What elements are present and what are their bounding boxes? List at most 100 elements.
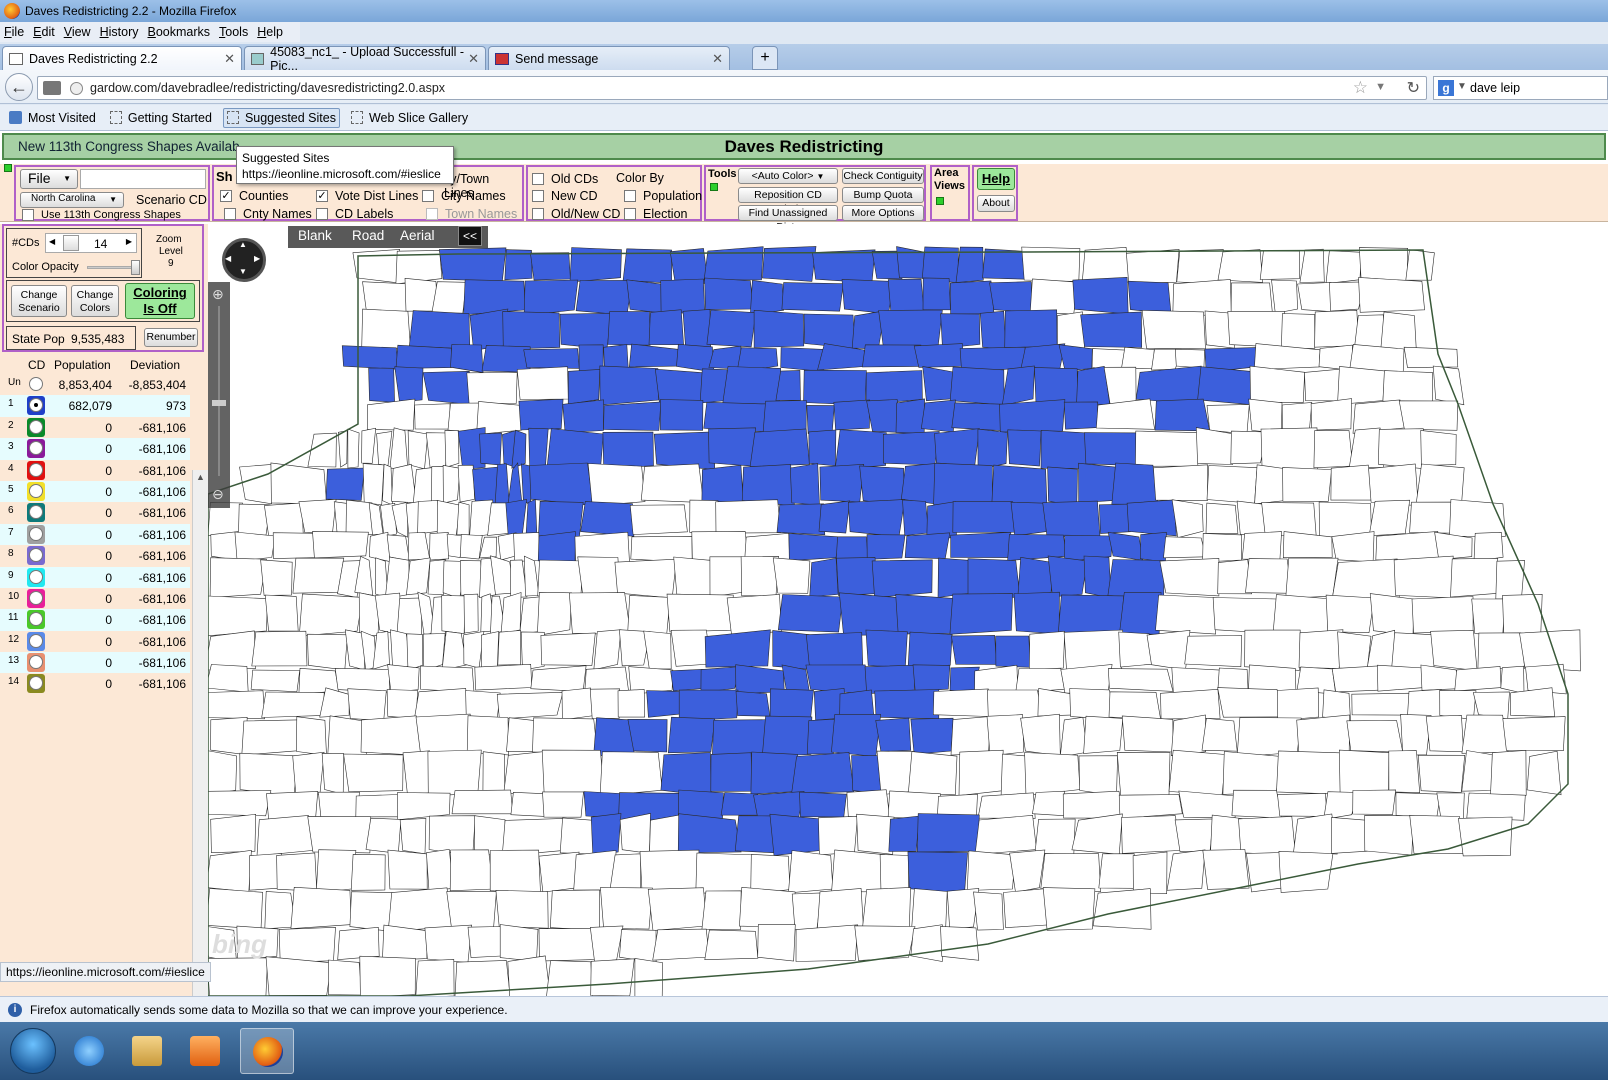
cd-select-radio[interactable] [29, 483, 43, 498]
precinct[interactable] [831, 849, 885, 893]
precinct[interactable] [450, 344, 484, 373]
precinct[interactable] [1236, 717, 1302, 758]
precinct[interactable] [538, 500, 584, 538]
precinct[interactable] [907, 751, 958, 796]
precinct[interactable] [1241, 531, 1282, 560]
reload-icon[interactable]: ↻ [1407, 78, 1420, 98]
precinct[interactable] [838, 592, 902, 636]
precinct[interactable] [507, 462, 523, 507]
precinct[interactable] [298, 593, 364, 637]
precinct[interactable] [1285, 557, 1339, 599]
cnty-names-checkbox[interactable]: Cnty Names [224, 207, 312, 221]
precinct[interactable] [875, 717, 912, 752]
precinct[interactable] [1080, 311, 1143, 348]
precinct[interactable] [660, 278, 706, 314]
precinct[interactable] [982, 248, 1029, 280]
precinct[interactable] [749, 428, 810, 468]
precinct[interactable] [834, 429, 887, 469]
precinct[interactable] [991, 464, 1048, 507]
precinct[interactable] [776, 503, 826, 536]
precinct[interactable] [878, 309, 943, 350]
precinct[interactable] [1249, 365, 1306, 404]
precinct[interactable] [932, 688, 990, 717]
precinct[interactable] [777, 594, 844, 633]
precinct[interactable] [913, 343, 965, 368]
precinct[interactable] [394, 366, 424, 403]
cd-select-radio[interactable] [29, 377, 43, 391]
precinct[interactable] [407, 430, 429, 470]
precinct[interactable] [343, 753, 404, 793]
precinct[interactable] [1398, 400, 1459, 431]
precinct[interactable] [1083, 715, 1124, 754]
precinct[interactable] [1358, 247, 1409, 282]
precinct[interactable] [573, 850, 617, 891]
precinct[interactable] [1272, 594, 1329, 636]
precinct[interactable] [1028, 630, 1066, 670]
change-colors-button[interactable]: Change Colors [71, 285, 119, 317]
precinct[interactable] [750, 854, 791, 895]
precinct[interactable] [497, 532, 517, 561]
precinct[interactable] [270, 462, 328, 505]
precinct[interactable] [1206, 404, 1250, 435]
precinct[interactable] [396, 597, 423, 636]
precinct[interactable] [290, 886, 352, 930]
precinct[interactable] [264, 502, 304, 537]
precinct[interactable] [272, 532, 318, 559]
precinct[interactable] [500, 592, 522, 634]
precinct[interactable] [788, 850, 834, 894]
precinct[interactable] [1377, 664, 1424, 692]
precinct[interactable] [1032, 790, 1066, 817]
precinct[interactable] [250, 669, 301, 693]
precinct[interactable] [1202, 849, 1250, 890]
precinct[interactable] [910, 717, 954, 755]
precinct[interactable] [1420, 430, 1457, 466]
precinct[interactable] [352, 249, 401, 284]
precinct[interactable] [417, 500, 439, 535]
precinct[interactable] [489, 849, 541, 894]
precinct[interactable] [677, 813, 742, 854]
precinct[interactable] [882, 431, 940, 466]
precinct[interactable] [415, 713, 472, 755]
increment-icon[interactable]: ▶ [126, 237, 132, 246]
precinct[interactable] [1121, 346, 1155, 370]
precinct[interactable] [648, 309, 684, 346]
precinct[interactable] [261, 691, 325, 718]
precinct[interactable] [1388, 750, 1421, 794]
precinct[interactable] [1337, 366, 1386, 405]
precinct[interactable] [1126, 249, 1180, 285]
precinct[interactable] [429, 532, 450, 561]
precinct[interactable] [1004, 309, 1058, 348]
precinct[interactable] [1160, 688, 1221, 720]
precinct[interactable] [264, 594, 299, 632]
precinct[interactable] [701, 890, 742, 930]
precinct[interactable] [660, 399, 704, 431]
precinct[interactable] [546, 428, 604, 469]
precinct[interactable] [660, 752, 712, 797]
precinct[interactable] [711, 719, 768, 758]
precinct[interactable] [463, 631, 485, 669]
precinct[interactable] [1382, 370, 1434, 404]
precinct[interactable] [208, 888, 263, 930]
precinct[interactable] [361, 427, 377, 464]
precinct[interactable] [761, 715, 813, 757]
precinct[interactable] [750, 751, 799, 795]
precinct[interactable] [325, 467, 365, 501]
precinct[interactable] [986, 714, 1025, 757]
precinct[interactable] [239, 463, 274, 505]
precinct[interactable] [619, 813, 651, 854]
precinct[interactable] [407, 532, 431, 561]
map-mode-aerial[interactable]: Aerial [400, 228, 435, 243]
precinct[interactable] [208, 595, 268, 637]
map-mode-blank[interactable]: Blank [298, 228, 332, 243]
precinct[interactable] [590, 958, 635, 996]
precinct[interactable] [640, 463, 704, 503]
precinct[interactable] [1415, 463, 1465, 507]
precinct[interactable] [328, 959, 363, 996]
precinct[interactable] [950, 531, 1012, 558]
precinct[interactable] [457, 464, 475, 503]
precinct[interactable] [912, 664, 951, 692]
precinct[interactable] [753, 791, 805, 820]
cd-row[interactable]: 8 0 -681,106 [0, 545, 190, 566]
precinct[interactable] [474, 663, 533, 691]
precinct[interactable] [808, 429, 837, 467]
